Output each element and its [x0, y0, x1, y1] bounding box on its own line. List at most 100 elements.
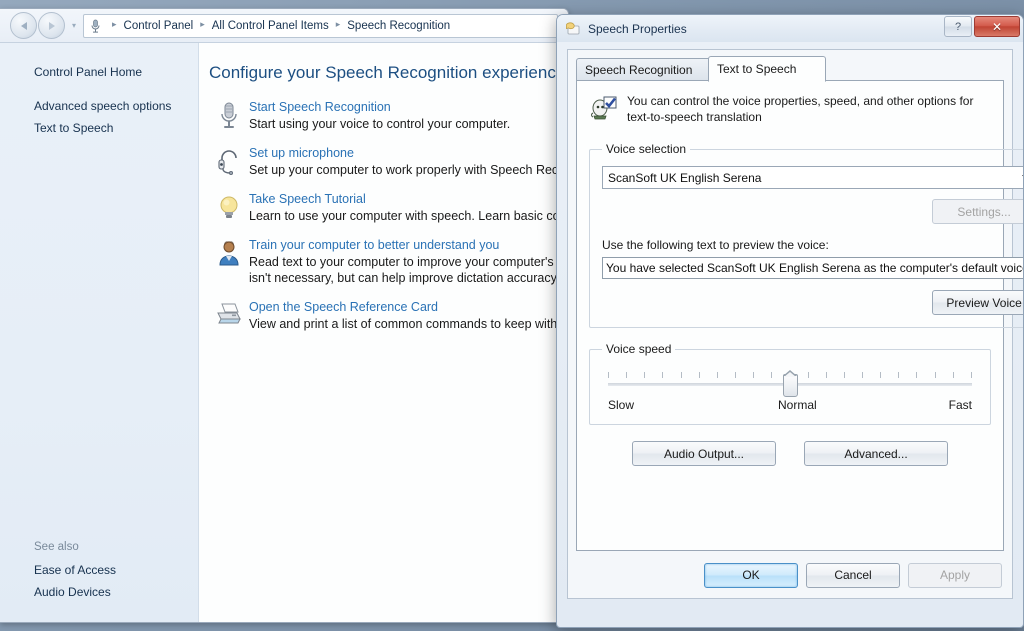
slider-tick: [952, 372, 954, 378]
intro-text: You can control the voice properties, sp…: [627, 93, 973, 128]
speaker-check-icon: [589, 93, 627, 128]
address-bar[interactable]: ▸ Control Panel ▸ All Control Panel Item…: [83, 13, 558, 38]
task-description-line2: isn't necessary, but can help improve di…: [249, 271, 560, 285]
speech-properties-dialog: Speech Properties ? ✕ Speech Recognition…: [556, 14, 1024, 628]
slider-track[interactable]: [608, 370, 972, 397]
audio-output-button[interactable]: Audio Output...: [632, 441, 776, 466]
page-title: Configure your Speech Recognition experi…: [209, 63, 566, 82]
slider-tick: [825, 372, 827, 378]
control-panel-sidebar: Control Panel Home Advanced speech optio…: [0, 43, 199, 622]
user-icon: [209, 237, 249, 286]
task-set-up-microphone[interactable]: Set up microphone Set up your computer t…: [209, 145, 568, 178]
task-text: Take Speech Tutorial Learn to use your c…: [249, 191, 564, 224]
task-train-your-computer[interactable]: Train your computer to better understand…: [209, 237, 568, 286]
apply-button[interactable]: Apply: [908, 562, 1002, 588]
slider-tick: [698, 372, 700, 378]
close-icon[interactable]: ✕: [974, 16, 1020, 37]
slider-label-fast: Fast: [948, 398, 972, 412]
speech-properties-icon: [565, 21, 581, 37]
forward-button[interactable]: [38, 12, 65, 39]
voice-select-dropdown[interactable]: ScanSoft UK English Serena: [602, 166, 1023, 189]
see-also-section: See also Ease of Access Audio Devices: [0, 539, 198, 603]
dialog-title: Speech Properties: [588, 21, 687, 36]
control-panel-main: Configure your Speech Recognition experi…: [199, 43, 568, 622]
navigation-buttons: ▾: [10, 12, 83, 39]
tab-panel-text-to-speech: You can control the voice properties, sp…: [576, 80, 1023, 551]
cancel-button[interactable]: Cancel: [806, 562, 900, 588]
see-also-item-ease-of-access[interactable]: Ease of Access: [0, 559, 198, 581]
preview-voice-button[interactable]: Preview Voice: [932, 290, 1023, 315]
task-link[interactable]: Train your computer to better understand…: [249, 238, 559, 252]
slider-tick: [644, 372, 646, 378]
tab-speech-recognition[interactable]: Speech Recognition: [576, 58, 724, 80]
sidebar-item-advanced-speech-options[interactable]: Advanced speech options: [0, 95, 198, 117]
breadcrumb-separator-0: ▸: [112, 19, 117, 29]
intro-line-2: text-to-speech translation: [627, 110, 762, 124]
sidebar-item-text-to-speech[interactable]: Text to Speech: [0, 117, 198, 139]
slider-tick: [880, 372, 882, 378]
task-link[interactable]: Take Speech Tutorial: [249, 192, 564, 206]
dialog-content: Speech Recognition Text to Speech You ca…: [567, 49, 1023, 599]
slider-label-slow: Slow: [608, 398, 635, 412]
voice-settings-button[interactable]: Settings...: [932, 199, 1023, 224]
slider-tick: [934, 372, 936, 378]
preview-text-label: Use the following text to preview the vo…: [602, 238, 829, 252]
tab-text-to-speech[interactable]: Text to Speech: [708, 56, 826, 82]
preview-text-input[interactable]: You have selected ScanSoft UK English Se…: [602, 257, 1023, 279]
slider-tick: [898, 372, 900, 378]
slider-tick: [807, 372, 809, 378]
task-start-speech-recognition[interactable]: Start Speech Recognition Start using you…: [209, 99, 568, 132]
task-open-speech-reference-card[interactable]: Open the Speech Reference Card View and …: [209, 299, 568, 332]
dialog-titlebar[interactable]: Speech Properties ? ✕: [557, 15, 1023, 42]
slider-tick: [771, 372, 773, 378]
intro-line-1: You can control the voice properties, sp…: [627, 94, 974, 108]
task-description: View and print a list of common commands…: [249, 317, 558, 331]
slider-tick: [680, 372, 682, 378]
task-text: Open the Speech Reference Card View and …: [249, 299, 557, 332]
task-text: Start Speech Recognition Start using you…: [249, 99, 510, 132]
task-link[interactable]: Start Speech Recognition: [249, 100, 510, 114]
task-link[interactable]: Open the Speech Reference Card: [249, 300, 557, 314]
control-panel-window: ▾ ▸ Control Panel ▸ All Control Panel It…: [0, 8, 569, 623]
slider-tick: [716, 372, 718, 378]
microphone-icon: [209, 99, 249, 132]
slider-tick: [843, 372, 845, 378]
voice-speed-slider[interactable]: Slow Normal Fast: [602, 366, 978, 412]
breadcrumb-item-0[interactable]: Control Panel: [123, 20, 195, 32]
slider-tick: [662, 372, 664, 378]
sidebar-item-control-panel-home[interactable]: Control Panel Home: [0, 61, 198, 83]
ok-button[interactable]: OK: [704, 562, 798, 588]
slider-tick: [753, 372, 755, 378]
chevron-down-icon[interactable]: [1017, 167, 1023, 188]
tabstrip: Speech Recognition Text to Speech: [576, 56, 1012, 82]
help-button[interactable]: ?: [944, 16, 972, 37]
slider-tick: [626, 372, 628, 378]
breadcrumb-item-1[interactable]: All Control Panel Items: [211, 20, 330, 32]
back-button[interactable]: [10, 12, 37, 39]
advanced-button[interactable]: Advanced...: [804, 441, 948, 466]
recent-pages-chevron-icon[interactable]: ▾: [68, 21, 80, 30]
see-also-item-audio-devices[interactable]: Audio Devices: [0, 581, 198, 603]
slider-tick: [608, 372, 609, 378]
task-take-speech-tutorial[interactable]: Take Speech Tutorial Learn to use your c…: [209, 191, 568, 224]
task-description: Read text to your computer to improve yo…: [249, 255, 554, 269]
slider-thumb[interactable]: [783, 370, 798, 397]
slider-label-normal: Normal: [778, 398, 817, 412]
slider-tick: [970, 372, 972, 378]
task-description: Set up your computer to work properly wi…: [249, 163, 566, 177]
headset-icon: [209, 145, 249, 178]
voice-speed-group: Voice speed Slow Normal Fast: [589, 342, 991, 425]
breadcrumb-item-2[interactable]: Speech Recognition: [346, 20, 451, 32]
task-description: Learn to use your computer with speech. …: [249, 209, 564, 223]
microphone-icon: [90, 19, 101, 33]
task-description: Start using your voice to control your c…: [249, 117, 511, 131]
extra-buttons-row: Audio Output... Advanced...: [577, 441, 1003, 466]
dialog-footer: OK Cancel Apply: [568, 552, 1012, 598]
settings-button-row: Settings...: [602, 199, 1023, 224]
slider-labels: Slow Normal Fast: [606, 398, 974, 412]
task-link[interactable]: Set up microphone: [249, 146, 565, 160]
task-text: Set up microphone Set up your computer t…: [249, 145, 565, 178]
slider-tick: [861, 372, 863, 378]
lightbulb-icon: [209, 191, 249, 224]
